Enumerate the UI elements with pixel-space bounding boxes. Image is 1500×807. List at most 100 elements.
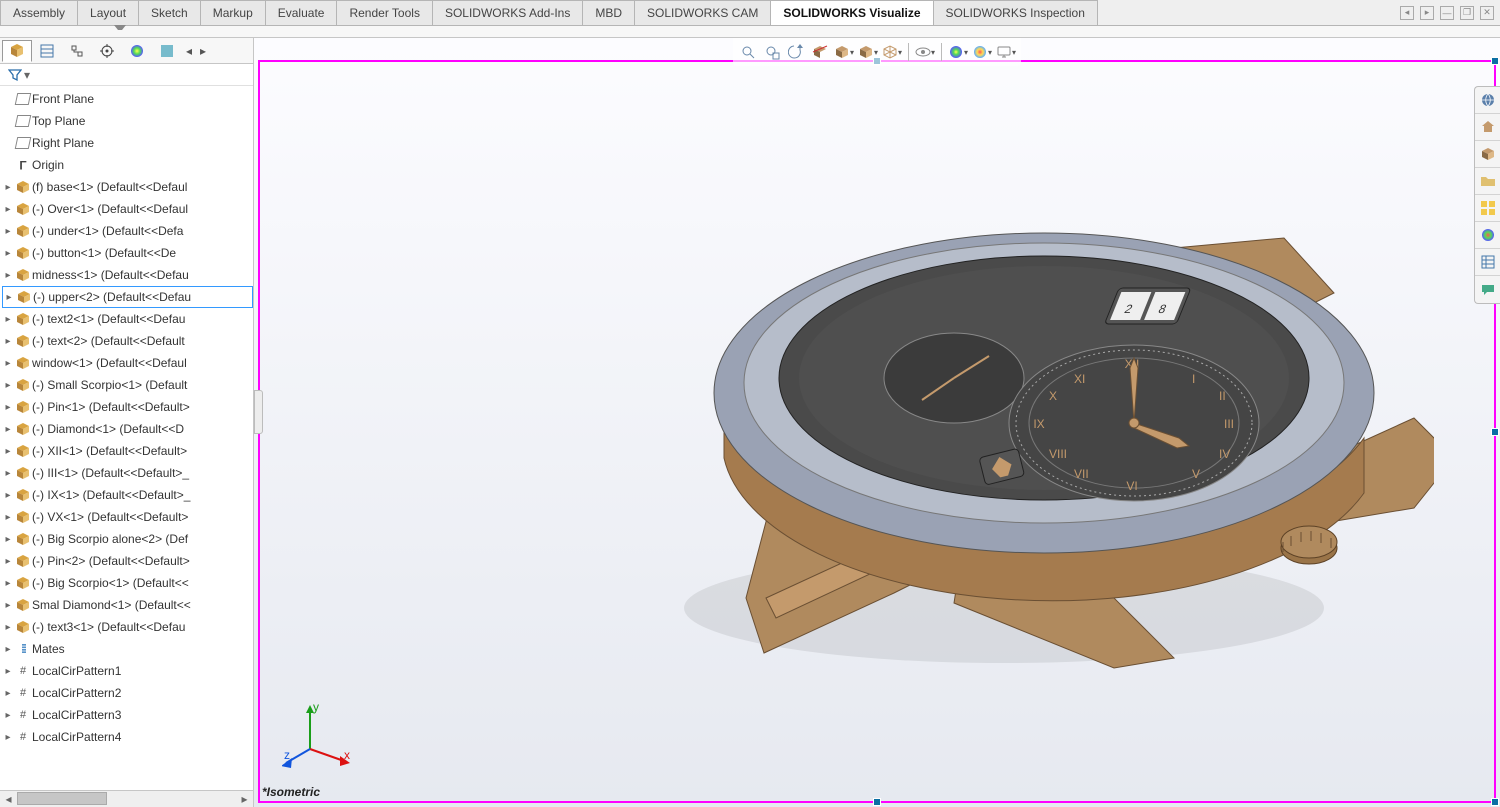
svg-text:X: X bbox=[1049, 389, 1057, 403]
tab-inspection[interactable]: SOLIDWORKS Inspection bbox=[933, 0, 1098, 25]
maximize-button[interactable]: ❐ bbox=[1460, 6, 1474, 20]
panel-horizontal-scrollbar[interactable]: ◂▸ bbox=[0, 790, 253, 807]
manager-tab-strip: ◂ ▸ bbox=[0, 38, 253, 64]
property-manager-tab[interactable] bbox=[32, 40, 62, 62]
display-style-button[interactable]: ▾ bbox=[857, 41, 879, 63]
component-node[interactable]: ▸(f) base<1> (Default<<Defaul bbox=[2, 176, 253, 198]
panel-scroll-right[interactable]: ▸ bbox=[196, 40, 210, 62]
tab-render-tools[interactable]: Render Tools bbox=[336, 0, 433, 25]
custom-properties-tab[interactable] bbox=[1475, 249, 1500, 276]
orientation-triad[interactable]: y x z bbox=[282, 701, 352, 771]
resize-handle[interactable] bbox=[1491, 428, 1499, 436]
svg-text:IX: IX bbox=[1033, 417, 1044, 431]
feature-manager-panel: ◂ ▸ ▾ Front Plane Top Plane Right Plane … bbox=[0, 38, 254, 807]
svg-text:I: I bbox=[1192, 372, 1195, 386]
resize-handle[interactable] bbox=[873, 798, 881, 806]
component-node[interactable]: ▸(-) text3<1> (Default<<Defau bbox=[2, 616, 253, 638]
feature-manager-tab[interactable] bbox=[2, 40, 32, 62]
child-next-icon[interactable]: ▸ bbox=[1420, 6, 1434, 20]
graphics-viewport[interactable]: ▾ ▾ ▾ ▾ ▾ ▾ ▾ bbox=[254, 38, 1500, 807]
design-library-tab[interactable] bbox=[1475, 141, 1500, 168]
tab-mbd[interactable]: MBD bbox=[582, 0, 635, 25]
svg-text:y: y bbox=[313, 701, 319, 714]
file-explorer-tab[interactable] bbox=[1475, 168, 1500, 195]
eye-icon[interactable]: ▾ bbox=[914, 41, 936, 63]
command-manager-tabs: Assembly Layout Sketch Markup Evaluate R… bbox=[0, 0, 1500, 26]
feature-tree[interactable]: Front Plane Top Plane Right Plane Origin… bbox=[0, 86, 253, 790]
component-node[interactable]: ▸(-) Pin<2> (Default<<Default> bbox=[2, 550, 253, 572]
svg-text:II: II bbox=[1219, 389, 1226, 403]
resize-handle[interactable] bbox=[1491, 798, 1499, 806]
component-node[interactable]: ▸(-) III<1> (Default<<Default>_ bbox=[2, 462, 253, 484]
child-prev-icon[interactable]: ◂ bbox=[1400, 6, 1414, 20]
close-button[interactable]: ✕ bbox=[1480, 6, 1494, 20]
previous-view-button[interactable] bbox=[785, 41, 807, 63]
tab-cam[interactable]: SOLIDWORKS CAM bbox=[634, 0, 771, 25]
component-node[interactable]: ▸(-) Diamond<1> (Default<<D bbox=[2, 418, 253, 440]
pattern-node[interactable]: ▸LocalCirPattern3 bbox=[2, 704, 253, 726]
solidworks-resources-tab[interactable] bbox=[1475, 87, 1500, 114]
component-node[interactable]: ▸Smal Diamond<1> (Default<< bbox=[2, 594, 253, 616]
pattern-node[interactable]: ▸LocalCirPattern1 bbox=[2, 660, 253, 682]
svg-text:VI: VI bbox=[1126, 479, 1137, 493]
component-node[interactable]: ▸(-) Big Scorpio alone<2> (Def bbox=[2, 528, 253, 550]
display-manager-tab[interactable] bbox=[122, 40, 152, 62]
panel-collapse-handle[interactable] bbox=[254, 390, 263, 434]
svg-text:z: z bbox=[284, 748, 290, 762]
home-tab[interactable] bbox=[1475, 114, 1500, 141]
mates-node[interactable]: ▸Mates bbox=[2, 638, 253, 660]
view-palette-tab[interactable] bbox=[1475, 195, 1500, 222]
panel-scroll-left[interactable]: ◂ bbox=[182, 40, 196, 62]
component-node[interactable]: ▸(-) Pin<1> (Default<<Default> bbox=[2, 396, 253, 418]
tab-assembly[interactable]: Assembly bbox=[0, 0, 78, 25]
component-node[interactable]: ▸midness<1> (Default<<Defau bbox=[2, 264, 253, 286]
component-node[interactable]: ▸(-) Over<1> (Default<<Defaul bbox=[2, 198, 253, 220]
resize-handle[interactable] bbox=[1491, 57, 1499, 65]
edit-appearance-button[interactable]: ▾ bbox=[947, 41, 969, 63]
heads-up-view-toolbar: ▾ ▾ ▾ ▾ ▾ ▾ ▾ bbox=[733, 38, 1021, 66]
component-node[interactable]: ▸(-) button<1> (Default<<De bbox=[2, 242, 253, 264]
window-controls: ◂ ▸ — ❐ ✕ bbox=[1400, 0, 1500, 25]
tree-filter-bar[interactable]: ▾ bbox=[0, 64, 253, 86]
dimxpert-manager-tab[interactable] bbox=[92, 40, 122, 62]
component-node[interactable]: ▸(-) VX<1> (Default<<Default> bbox=[2, 506, 253, 528]
extra-manager-tab[interactable] bbox=[152, 40, 182, 62]
forum-tab[interactable] bbox=[1475, 276, 1500, 303]
component-node-selected[interactable]: ▸(-) upper<2> (Default<<Defau bbox=[2, 286, 253, 308]
tab-addins[interactable]: SOLIDWORKS Add-Ins bbox=[432, 0, 583, 25]
component-node[interactable]: ▸(-) XII<1> (Default<<Default> bbox=[2, 440, 253, 462]
model-watch-render: 2 8 XII III VI IX III IVV VIIVIII XXI bbox=[534, 168, 1434, 688]
pattern-node[interactable]: ▸LocalCirPattern2 bbox=[2, 682, 253, 704]
component-node[interactable]: ▸(-) under<1> (Default<<Defa bbox=[2, 220, 253, 242]
configuration-manager-tab[interactable] bbox=[62, 40, 92, 62]
svg-text:III: III bbox=[1224, 417, 1234, 431]
component-node[interactable]: ▸(-) Big Scorpio<1> (Default<< bbox=[2, 572, 253, 594]
component-node[interactable]: ▸(-) IX<1> (Default<<Default>_ bbox=[2, 484, 253, 506]
tab-visualize[interactable]: SOLIDWORKS Visualize bbox=[770, 0, 933, 25]
hide-show-button[interactable]: ▾ bbox=[881, 41, 903, 63]
zoom-to-fit-button[interactable] bbox=[737, 41, 759, 63]
component-node[interactable]: ▸window<1> (Default<<Defaul bbox=[2, 352, 253, 374]
view-settings-button[interactable]: ▾ bbox=[995, 41, 1017, 63]
view-orientation-button[interactable]: ▾ bbox=[833, 41, 855, 63]
task-pane bbox=[1474, 86, 1500, 304]
tab-layout[interactable]: Layout bbox=[77, 0, 139, 25]
component-node[interactable]: ▸(-) text<2> (Default<<Default bbox=[2, 330, 253, 352]
tab-evaluate[interactable]: Evaluate bbox=[265, 0, 338, 25]
zoom-to-area-button[interactable] bbox=[761, 41, 783, 63]
plane-top[interactable]: Top Plane bbox=[2, 110, 253, 132]
tab-markup[interactable]: Markup bbox=[200, 0, 266, 25]
svg-text:IV: IV bbox=[1219, 447, 1230, 461]
plane-front[interactable]: Front Plane bbox=[2, 88, 253, 110]
pattern-node[interactable]: ▸LocalCirPattern4 bbox=[2, 726, 253, 748]
view-orientation-label: *Isometric bbox=[262, 785, 320, 799]
component-node[interactable]: ▸(-) Small Scorpio<1> (Default bbox=[2, 374, 253, 396]
component-node[interactable]: ▸(-) text2<1> (Default<<Defau bbox=[2, 308, 253, 330]
appearances-tab[interactable] bbox=[1475, 222, 1500, 249]
tab-sketch[interactable]: Sketch bbox=[138, 0, 201, 25]
apply-scene-button[interactable]: ▾ bbox=[971, 41, 993, 63]
origin-node[interactable]: Origin bbox=[2, 154, 253, 176]
minimize-button[interactable]: — bbox=[1440, 6, 1454, 20]
section-view-button[interactable] bbox=[809, 41, 831, 63]
plane-right[interactable]: Right Plane bbox=[2, 132, 253, 154]
